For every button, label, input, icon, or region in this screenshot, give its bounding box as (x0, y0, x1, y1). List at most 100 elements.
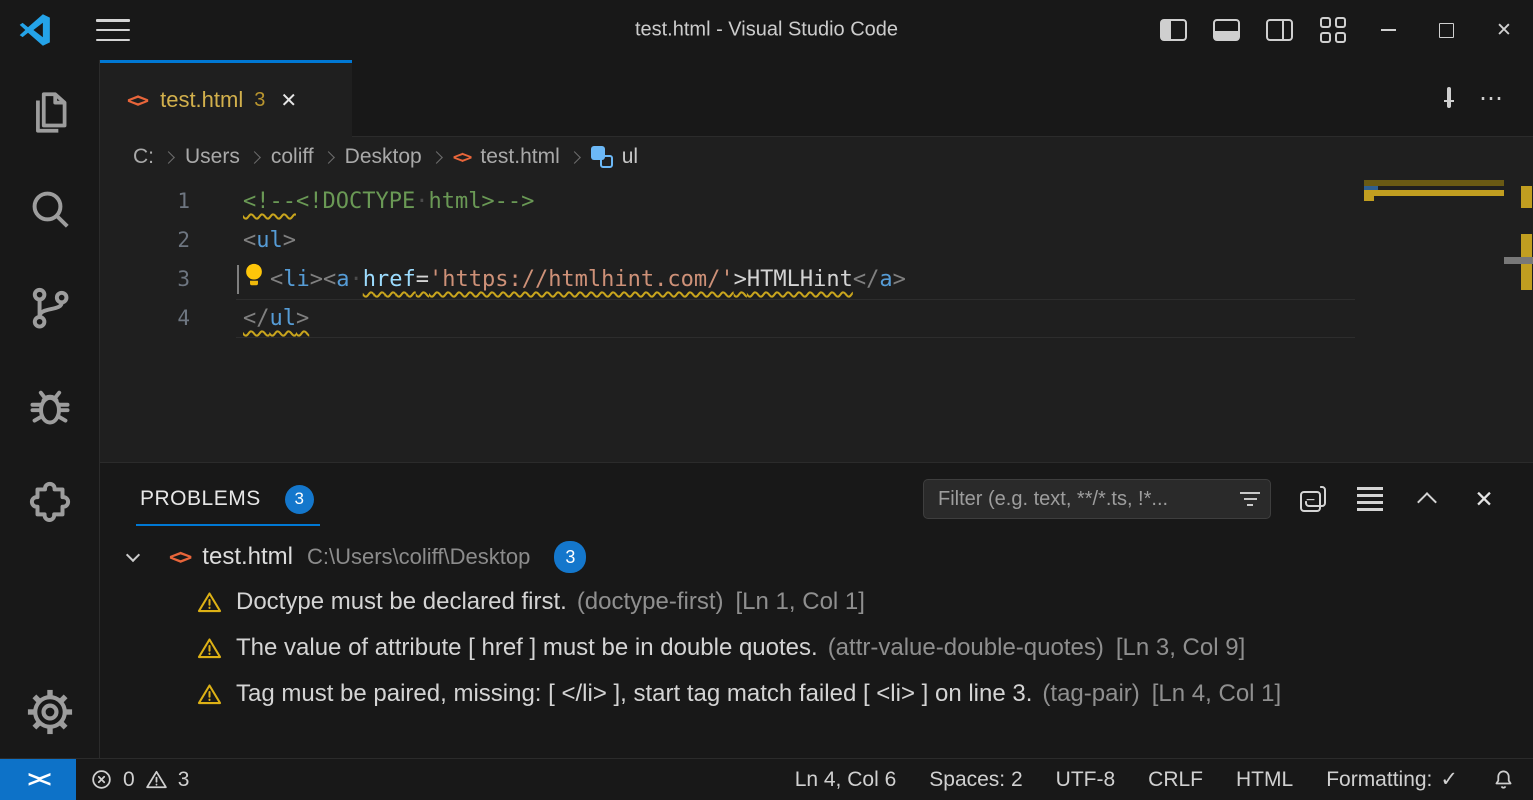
toggle-secondary-sidebar-icon[interactable] (1253, 0, 1306, 60)
remote-indicator[interactable]: >< (0, 759, 76, 800)
file-path: C:\Users\coliff\Desktop (307, 544, 530, 570)
bell-icon[interactable] (1491, 767, 1516, 792)
more-actions-icon[interactable]: ⋯ (1479, 84, 1505, 113)
code-token: > (296, 306, 309, 331)
maximize-button[interactable] (1417, 0, 1475, 60)
breadcrumb-users[interactable]: Users (185, 145, 240, 169)
tab-label: test.html (160, 87, 243, 113)
code-editor[interactable]: 1<!--<!DOCTYPE·html>-->2<ul>3<li><a·href… (100, 177, 1533, 462)
breadcrumb-symbol-label: ul (622, 145, 638, 169)
problem-rule: (tag-pair) (1042, 680, 1139, 708)
problem-item[interactable]: The value of attribute [ href ] must be … (100, 625, 1533, 671)
code-line[interactable]: 2<ul> (100, 221, 1533, 260)
breadcrumb-desktop[interactable]: Desktop (345, 145, 422, 169)
filter-funnel-icon[interactable] (1240, 492, 1260, 507)
code-token: > (893, 267, 906, 292)
toggle-panel-icon[interactable] (1200, 0, 1253, 60)
tab-problems[interactable]: PROBLEMS 3 (140, 463, 314, 535)
chevron-down-icon[interactable] (126, 548, 140, 562)
main-area: <> test.html 3 ✕ ⋯ C: Users coliff Deskt… (0, 60, 1533, 758)
window-title: test.html - Visual Studio Code (635, 19, 898, 42)
toggle-primary-sidebar-icon[interactable] (1147, 0, 1200, 60)
code-token: < (243, 228, 256, 253)
overview-ruler[interactable] (1504, 177, 1533, 462)
breadcrumb-file-label: test.html (480, 145, 559, 169)
status-right: Ln 4, Col 6 Spaces: 2 UTF-8 CRLF HTML Fo… (795, 767, 1516, 792)
file-problems-badge: 3 (554, 541, 586, 573)
code-token: <!-- (243, 189, 296, 214)
warning-triangle-icon (196, 681, 223, 708)
breadcrumb-file[interactable]: <> test.html (453, 145, 560, 169)
code-line[interactable]: 3<li><a·href='https://htmlhint.com/'>HTM… (100, 260, 1533, 299)
line-content[interactable]: </ul> (236, 299, 1533, 338)
problem-item[interactable]: Doctype must be declared first.(doctype-… (100, 579, 1533, 625)
formatting-label: Formatting: (1326, 768, 1432, 792)
search-icon[interactable] (22, 182, 78, 238)
html-code-icon: <> (169, 545, 190, 569)
code-token: > (310, 267, 323, 292)
run-and-debug-icon[interactable] (22, 378, 78, 434)
extensions-icon[interactable] (22, 476, 78, 532)
tab-test-html[interactable]: <> test.html 3 ✕ (100, 60, 352, 137)
line-content[interactable]: <li><a·href='https://htmlhint.com/'>HTML… (236, 260, 1533, 299)
problems-file-group[interactable]: <> test.html C:\Users\coliff\Desktop 3 (100, 535, 1533, 579)
status-formatting[interactable]: Formatting: ✓ (1326, 767, 1458, 792)
line-number: 1 (100, 182, 236, 221)
code-token: · (415, 189, 428, 214)
code-token: · (350, 267, 363, 292)
problem-location: [Ln 4, Col 1] (1152, 680, 1281, 708)
close-panel-icon[interactable]: ✕ (1469, 484, 1499, 514)
code-line[interactable]: 4</ul> (100, 299, 1533, 338)
problem-item[interactable]: Tag must be paired, missing: [ </li> ], … (100, 671, 1533, 717)
lightbulb-icon[interactable] (243, 262, 270, 303)
collapse-all-icon[interactable]: − (1298, 484, 1328, 514)
view-as-table-icon[interactable] (1355, 484, 1385, 514)
settings-gear-icon[interactable] (22, 684, 78, 740)
breadcrumb-drive[interactable]: C: (133, 145, 154, 169)
close-window-button[interactable]: ✕ (1475, 0, 1533, 60)
problems-filter (923, 479, 1271, 519)
status-line-col[interactable]: Ln 4, Col 6 (795, 768, 897, 792)
titlebar-controls: ✕ (1147, 0, 1533, 60)
maximize-panel-icon[interactable] (1412, 484, 1442, 514)
status-encoding[interactable]: UTF-8 (1056, 768, 1116, 792)
menu-icon[interactable] (96, 19, 130, 41)
problem-rule: (attr-value-double-quotes) (828, 634, 1104, 662)
filter-input[interactable] (938, 488, 1234, 511)
tab-problems-count: 3 (254, 89, 265, 112)
code-token: < (270, 267, 283, 292)
close-tab-icon[interactable]: ✕ (280, 88, 297, 113)
code-token: > (734, 267, 747, 292)
chevron-right-icon (322, 151, 335, 164)
split-editor-icon[interactable] (1447, 89, 1451, 107)
code-token: ul (256, 228, 283, 253)
code-token: href (363, 267, 416, 292)
code-token: ul (270, 306, 297, 331)
warning-triangle-icon (196, 635, 223, 662)
problem-location: [Ln 1, Col 1] (736, 588, 865, 616)
code-line[interactable]: 1<!--<!DOCTYPE·html>--> (100, 182, 1533, 221)
status-eol[interactable]: CRLF (1148, 768, 1203, 792)
minimap[interactable] (1364, 177, 1504, 462)
status-language[interactable]: HTML (1236, 768, 1293, 792)
explorer-icon[interactable] (22, 84, 78, 140)
minimize-button[interactable] (1359, 0, 1417, 60)
code-token: HTMLHint (747, 267, 853, 292)
code-token: html>--> (428, 189, 534, 214)
warning-triangle-icon (196, 589, 223, 616)
breadcrumb-symbol-ul[interactable]: ul (591, 145, 638, 169)
status-problems[interactable]: 0 3 (89, 767, 189, 792)
line-content[interactable]: <!--<!DOCTYPE·html>--> (236, 182, 1533, 221)
customize-layout-icon[interactable] (1306, 0, 1359, 60)
status-indentation[interactable]: Spaces: 2 (929, 768, 1022, 792)
workbench: <> test.html 3 ✕ ⋯ C: Users coliff Deskt… (100, 60, 1533, 758)
problems-count-badge: 3 (285, 485, 314, 514)
symbol-element-icon (591, 146, 613, 168)
tab-strip: <> test.html 3 ✕ ⋯ (100, 60, 1533, 137)
breadcrumb-coliff[interactable]: coliff (271, 145, 314, 169)
code-token: = (416, 267, 429, 292)
line-content[interactable]: <ul> (236, 221, 1533, 260)
code-token: a (336, 267, 349, 292)
source-control-icon[interactable] (22, 280, 78, 336)
breadcrumb: C: Users coliff Desktop <> test.html ul (100, 137, 1533, 177)
